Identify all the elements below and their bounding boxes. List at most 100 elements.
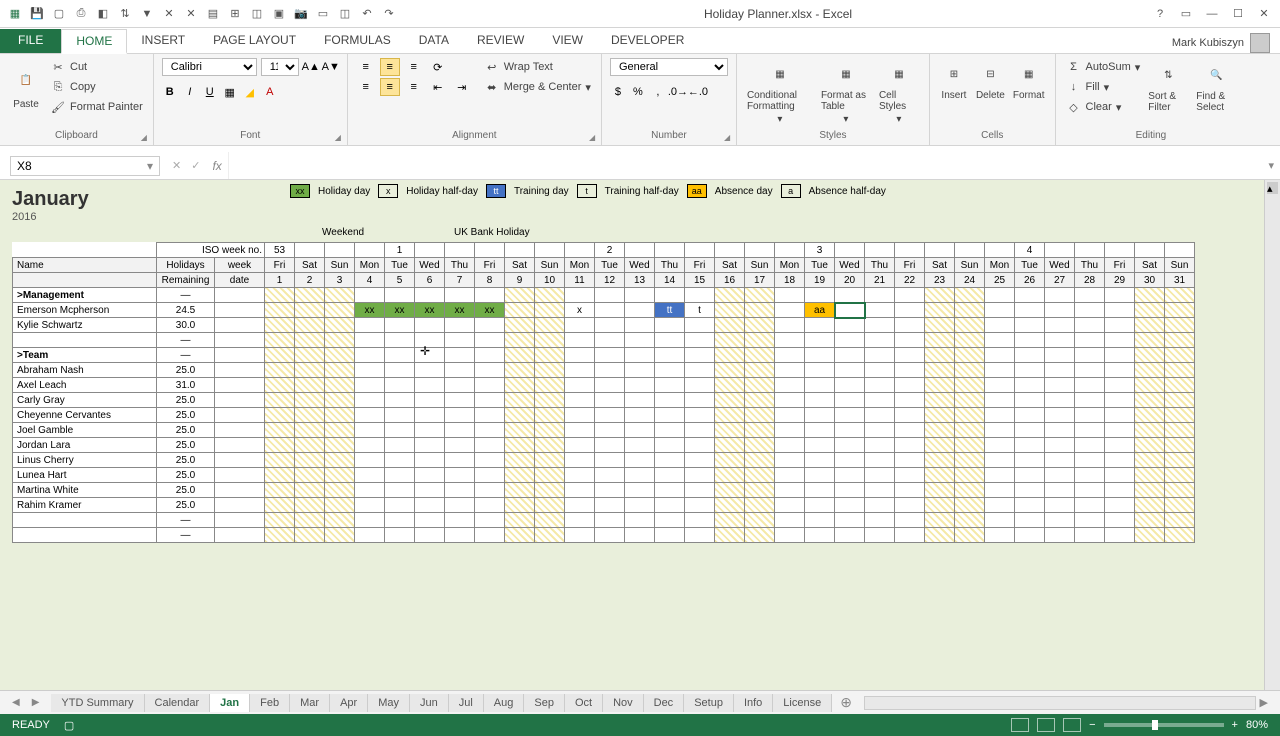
cell[interactable] [595,528,625,543]
sheet-tab-jul[interactable]: Jul [449,694,484,712]
cell[interactable] [715,528,745,543]
cell[interactable] [1075,528,1105,543]
cell[interactable] [985,378,1015,393]
cell[interactable] [325,303,355,318]
cell[interactable] [565,498,595,513]
cell[interactable]: Tue [1015,258,1045,273]
cell[interactable]: 25.0 [157,498,215,513]
cell[interactable] [215,513,265,528]
cell[interactable] [535,318,565,333]
cell[interactable] [895,513,925,528]
cell[interactable] [955,408,985,423]
cell[interactable] [865,303,895,318]
cell[interactable] [1015,303,1045,318]
cell[interactable] [655,438,685,453]
cell[interactable]: xx [445,303,475,318]
cell[interactable] [1135,438,1165,453]
cell[interactable]: >Team [13,348,157,363]
cell[interactable] [565,423,595,438]
cell[interactable] [685,348,715,363]
cell[interactable] [1135,408,1165,423]
cell[interactable]: week [215,258,265,273]
cell[interactable] [655,378,685,393]
cell[interactable] [865,288,895,303]
cell[interactable] [1135,348,1165,363]
cell[interactable] [1135,243,1165,258]
cell[interactable] [445,528,475,543]
align-bottom-icon[interactable]: ≡ [404,58,424,76]
cell[interactable] [505,408,535,423]
cell[interactable]: Tue [805,258,835,273]
cell[interactable] [565,483,595,498]
cell[interactable] [595,378,625,393]
cell[interactable] [415,438,445,453]
cell[interactable]: 20 [835,273,865,288]
cell[interactable] [1135,483,1165,498]
cell[interactable] [415,333,445,348]
cell[interactable] [805,288,835,303]
cell[interactable] [1135,318,1165,333]
cell[interactable] [625,348,655,363]
cell[interactable] [215,423,265,438]
cell[interactable]: 31 [1165,273,1195,288]
cell[interactable] [535,528,565,543]
cell[interactable] [1105,243,1135,258]
cell[interactable] [1105,288,1135,303]
cell[interactable] [925,303,955,318]
cell[interactable] [865,333,895,348]
cell[interactable] [655,423,685,438]
fill-color-icon[interactable]: ◢ [242,84,258,100]
cell[interactable] [805,438,835,453]
cell[interactable]: Sat [1135,258,1165,273]
cell[interactable] [895,423,925,438]
cell[interactable] [955,468,985,483]
cell[interactable] [565,513,595,528]
cell[interactable] [925,243,955,258]
cell[interactable] [985,243,1015,258]
insert-button[interactable]: ⊞Insert [938,58,970,103]
cell[interactable] [265,318,295,333]
cell[interactable] [215,303,265,318]
cell[interactable]: Axel Leach [13,378,157,393]
cell[interactable] [295,483,325,498]
cell[interactable] [1075,303,1105,318]
cell[interactable] [775,498,805,513]
cell[interactable]: 25.0 [157,423,215,438]
cell[interactable] [385,513,415,528]
cell[interactable] [685,378,715,393]
cell[interactable] [445,348,475,363]
cell[interactable] [1165,423,1195,438]
qat-icon[interactable]: ▭ [314,5,332,23]
cell[interactable] [835,303,865,318]
cell[interactable] [865,513,895,528]
cell[interactable] [1105,513,1135,528]
sheet-tab-mar[interactable]: Mar [290,694,330,712]
cell[interactable] [745,468,775,483]
cell[interactable] [655,528,685,543]
cell[interactable] [505,318,535,333]
cell[interactable]: 25.0 [157,468,215,483]
cell[interactable]: Mon [775,258,805,273]
cell[interactable] [625,468,655,483]
cell[interactable] [475,438,505,453]
cell[interactable] [1015,468,1045,483]
cell[interactable] [715,318,745,333]
sheet-tab-oct[interactable]: Oct [565,694,603,712]
cell[interactable] [475,453,505,468]
cell[interactable] [1045,378,1075,393]
cell[interactable] [1165,498,1195,513]
cell[interactable] [865,318,895,333]
italic-button[interactable]: I [182,84,198,100]
qat-icon[interactable]: ⊞ [226,5,244,23]
tab-data[interactable]: DATA [405,29,463,53]
cell[interactable] [835,483,865,498]
cell[interactable] [265,468,295,483]
cell[interactable] [745,393,775,408]
cell[interactable] [745,318,775,333]
sheet-tab-may[interactable]: May [368,694,410,712]
cell[interactable] [1075,453,1105,468]
new-icon[interactable]: ▢ [50,5,68,23]
cell[interactable]: Fri [685,258,715,273]
cell[interactable] [625,513,655,528]
cell[interactable] [505,528,535,543]
